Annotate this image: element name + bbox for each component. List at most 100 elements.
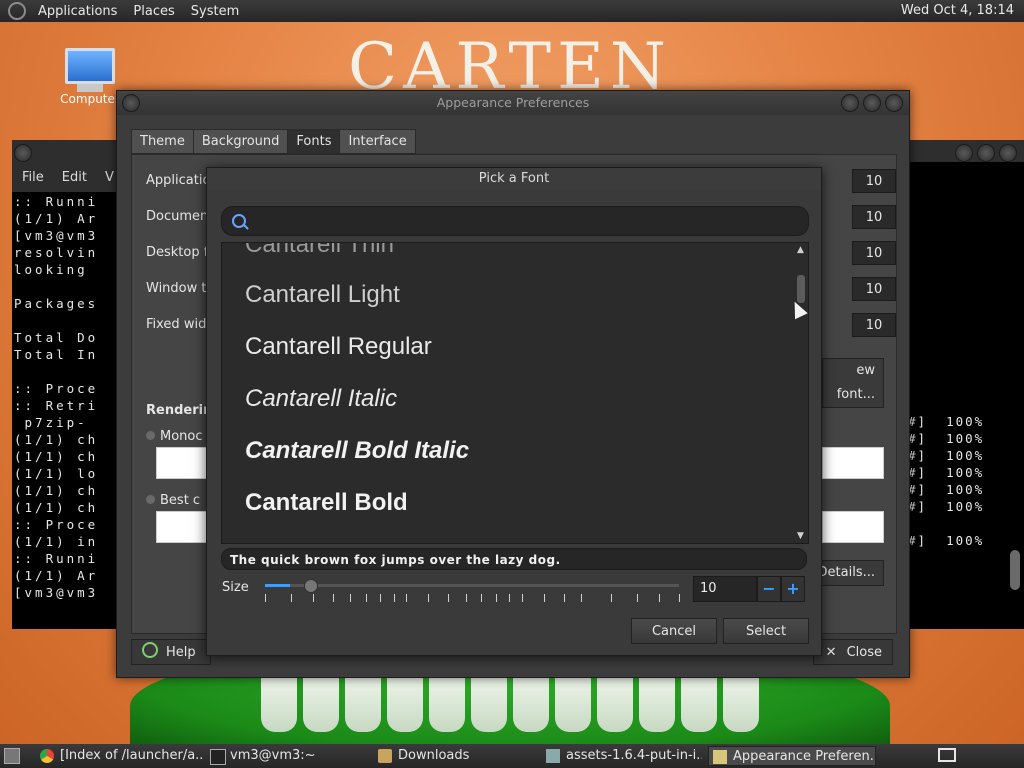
size-label: Size xyxy=(222,580,249,595)
terminal-progress-line: #] 100% xyxy=(908,465,985,480)
cancel-button[interactable]: Cancel xyxy=(631,618,717,644)
taskbar-item-browser[interactable]: [Index of /launcher/a... xyxy=(36,746,204,766)
details-button[interactable]: Details... xyxy=(812,560,884,586)
terminal-line: (1/1) ch xyxy=(14,449,99,464)
close-button[interactable]: ✕ Close xyxy=(813,639,893,665)
workspace-switcher-icon[interactable] xyxy=(938,748,956,762)
taskbar-item-terminal[interactable]: vm3@vm3:~ xyxy=(206,746,368,766)
terminal-line: (1/1) in xyxy=(14,534,99,549)
show-desktop-icon[interactable] xyxy=(4,748,20,764)
size-entry[interactable]: 10 xyxy=(693,576,757,602)
maximize-button[interactable] xyxy=(977,144,995,162)
close-icon: ✕ xyxy=(825,645,837,660)
font-list-item[interactable]: Cantarell Light xyxy=(245,281,400,309)
terminal-progress-line: #] 100% xyxy=(908,499,985,514)
fixed-width-font-size[interactable]: 10 xyxy=(852,313,896,337)
computer-desktop-icon[interactable]: Computer xyxy=(58,48,122,106)
font-list-item[interactable]: Cantarell Regular xyxy=(245,333,432,361)
terminal-progress-line xyxy=(908,515,1008,532)
folder-icon xyxy=(378,749,392,763)
computer-icon-label: Computer xyxy=(60,92,120,106)
radio-icon xyxy=(146,431,155,440)
select-button[interactable]: Select xyxy=(723,618,809,644)
close-button[interactable] xyxy=(999,144,1017,162)
terminal-line: :: Proce xyxy=(14,381,99,396)
terminal-line: Total Do xyxy=(14,330,99,345)
terminal-line: [vm3@vm3 xyxy=(14,228,99,243)
minimize-button[interactable] xyxy=(841,94,859,112)
font-preview[interactable]: The quick brown fox jumps over the lazy … xyxy=(221,548,807,570)
best-contrast-preview[interactable] xyxy=(156,511,208,543)
clock[interactable]: Wed Oct 4, 18:14 xyxy=(901,3,1014,18)
terminal-scrollbar[interactable] xyxy=(1010,550,1020,590)
best-contrast-option[interactable]: Best c xyxy=(146,493,200,508)
places-menu[interactable]: Places xyxy=(125,4,182,19)
terminal-menu-file[interactable]: File xyxy=(22,170,44,185)
font-search-input[interactable] xyxy=(256,210,800,232)
size-slider[interactable] xyxy=(265,579,679,593)
help-button[interactable]: Help xyxy=(131,639,211,665)
terminal-menu-view[interactable]: V xyxy=(105,170,114,185)
terminal-icon xyxy=(210,749,226,765)
prefs-tabs: Theme Background Fonts Interface xyxy=(131,129,416,154)
size-increase-button[interactable]: + xyxy=(781,576,805,602)
terminal-output[interactable]: :: Runni (1/1) Ar [vm3@vm3 resolvin looking … xyxy=(14,193,124,601)
terminal-line: :: Runni xyxy=(14,551,99,566)
best-shapes-preview[interactable] xyxy=(822,511,884,543)
minus-icon: − xyxy=(762,579,776,598)
terminal-line: Total In xyxy=(14,347,99,362)
document-font-size[interactable]: 10 xyxy=(852,205,896,229)
size-slider-handle[interactable] xyxy=(304,579,319,593)
window-title-font-size[interactable]: 10 xyxy=(852,277,896,301)
applications-menu[interactable]: Applications xyxy=(30,4,125,19)
terminal-line: :: Retri xyxy=(14,398,99,413)
font-list-item[interactable]: Cantarell Bold Italic xyxy=(245,437,469,465)
desktop-font-size[interactable]: 10 xyxy=(852,241,896,265)
terminal-menu-button[interactable] xyxy=(14,144,32,162)
terminal-progress-line: #] 100% xyxy=(908,533,985,548)
application-font-size[interactable]: 10 xyxy=(852,169,896,193)
font-list-scrollbar[interactable]: ▲ ▼ xyxy=(794,243,808,543)
taskbar-item-editor[interactable]: assets-1.6.4-put-in-i... xyxy=(542,746,702,766)
maximize-button[interactable] xyxy=(863,94,881,112)
document-font-label: Document xyxy=(146,209,214,224)
editor-icon xyxy=(546,749,560,763)
view-font-button[interactable]: ew font... xyxy=(822,358,884,408)
taskbar-item-downloads[interactable]: Downloads xyxy=(374,746,534,766)
tab-fonts[interactable]: Fonts xyxy=(287,129,341,154)
pick-a-font-dialog: Pick a Font ▲ ▼ Cantarell Thin Cantarell … xyxy=(206,167,822,656)
prefs-window-menu-button[interactable] xyxy=(122,94,140,112)
size-decrease-button[interactable]: − xyxy=(757,576,781,602)
font-list-item[interactable]: Cantarell Bold xyxy=(245,489,408,517)
top-panel: Applications Places System Wed Oct 4, 18… xyxy=(0,0,1024,22)
monochrome-preview[interactable] xyxy=(156,447,208,479)
taskbar-item-appearance[interactable]: Appearance Preferen... xyxy=(708,746,876,766)
terminal-line: (1/1) ch xyxy=(14,432,99,447)
font-list-item[interactable]: Cantarell Thin xyxy=(245,243,394,259)
terminal-line: (1/1) lo xyxy=(14,466,99,481)
appearance-icon xyxy=(713,750,727,764)
terminal-menu-edit[interactable]: Edit xyxy=(62,170,87,185)
terminal-line: p7zip- xyxy=(14,415,88,430)
terminal-progress-line: #] 100% xyxy=(908,431,985,446)
minimize-button[interactable] xyxy=(955,144,973,162)
system-menu[interactable]: System xyxy=(183,4,247,19)
scroll-down-icon[interactable]: ▼ xyxy=(797,531,804,541)
tab-background[interactable]: Background xyxy=(192,129,289,154)
prefs-title: Appearance Preferences xyxy=(117,91,909,115)
terminal-menubar: File Edit V xyxy=(12,162,132,192)
terminal-line: (1/1) ch xyxy=(14,500,99,515)
font-search[interactable] xyxy=(221,206,809,236)
font-list[interactable]: ▲ ▼ Cantarell Thin Cantarell Light Cantare… xyxy=(221,242,809,544)
subpixel-preview[interactable] xyxy=(822,447,884,479)
tab-interface[interactable]: Interface xyxy=(339,129,416,154)
font-list-item[interactable]: Cantarell Italic xyxy=(245,385,397,413)
terminal-line: (1/1) ch xyxy=(14,483,99,498)
computer-icon xyxy=(65,48,115,84)
scroll-up-icon[interactable]: ▲ xyxy=(797,245,804,255)
distro-logo-icon[interactable] xyxy=(8,2,26,20)
close-button[interactable] xyxy=(885,94,903,112)
monochrome-option[interactable]: Monoc xyxy=(146,429,203,444)
tab-theme[interactable]: Theme xyxy=(131,129,194,154)
